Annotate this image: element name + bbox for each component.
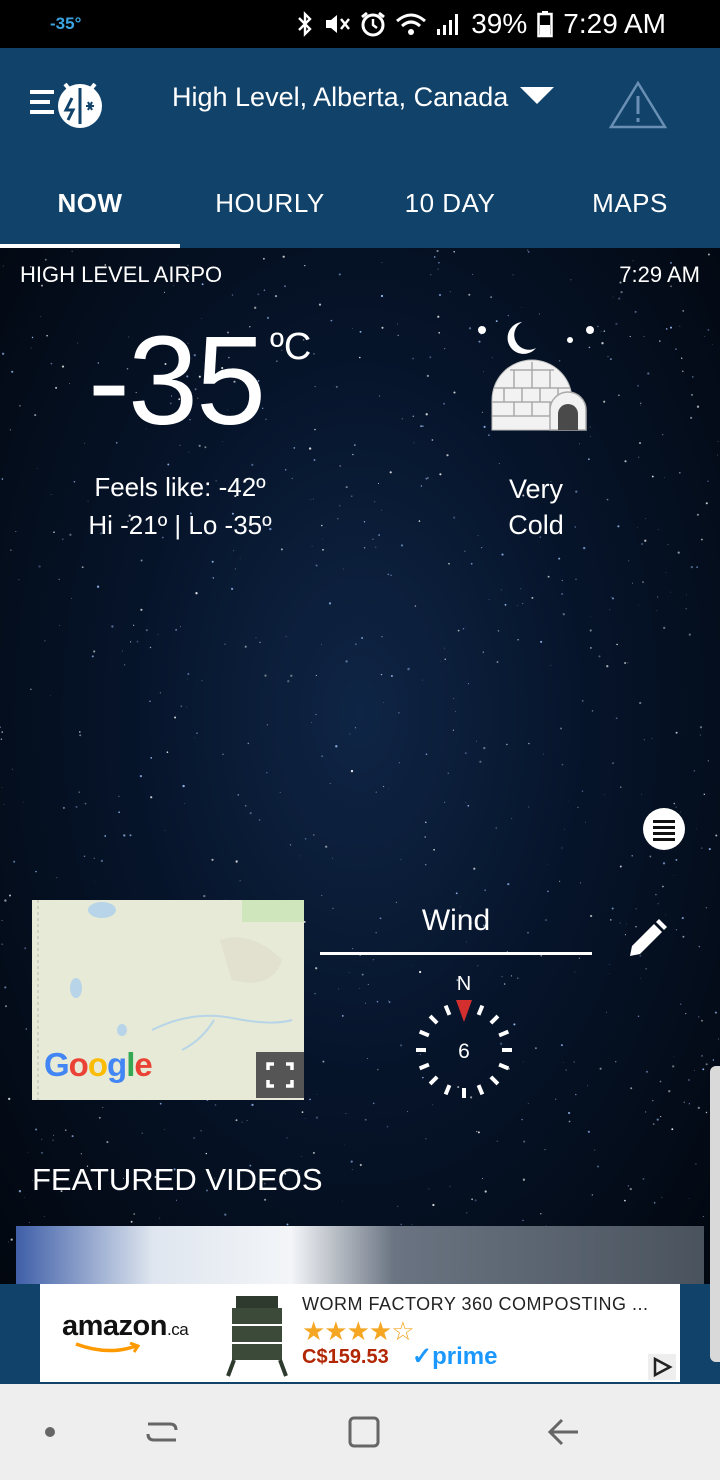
prime-badge: ✓prime	[412, 1343, 498, 1370]
google-logo: Google	[44, 1046, 153, 1083]
feels-like: Feels like: -42º	[94, 472, 266, 502]
tab-10-day-label: 10 DAY	[404, 187, 496, 218]
amazon-smile-icon	[75, 1342, 141, 1353]
temperature-unit: ºC	[270, 326, 312, 368]
wind-title: Wind	[421, 904, 491, 937]
compass-tick	[443, 1084, 452, 1096]
recent-apps-icon[interactable]	[142, 1412, 182, 1452]
system-nav-bar	[0, 1384, 720, 1480]
wind-underline	[320, 952, 592, 955]
status-bar: -35° 39% 7:29 AM	[0, 0, 720, 48]
app-header: High Level, Alberta, Canada NOW HOURLY 1…	[0, 48, 720, 248]
ad-price: C$159.53	[302, 1346, 389, 1368]
compass-tick	[476, 1004, 485, 1016]
condition-line-2: Cold	[508, 510, 564, 540]
battery-icon	[537, 11, 554, 38]
alarm-icon	[361, 11, 386, 37]
station-name: HIGH LEVEL AIRPO	[20, 262, 223, 287]
warning-triangle-icon[interactable]	[608, 80, 668, 130]
compass-tick	[489, 1014, 500, 1025]
location-selector[interactable]: High Level, Alberta, Canada	[172, 82, 555, 113]
mute-icon	[326, 15, 351, 33]
wifi-icon	[396, 13, 427, 35]
fullscreen-icon[interactable]	[256, 1052, 304, 1098]
list-menu-icon[interactable]	[643, 808, 685, 850]
edge-panel-handle[interactable]	[710, 1066, 720, 1362]
battery-percent: 39%	[471, 8, 528, 39]
bluetooth-icon	[298, 11, 312, 37]
tab-now-label: NOW	[57, 187, 123, 218]
current-conditions-panel: HIGH LEVEL AIRPO 7:29 AM -35 ºC Feels li…	[0, 248, 720, 1284]
compass-tick	[498, 1029, 510, 1038]
home-icon[interactable]	[344, 1412, 384, 1452]
observation-time: 7:29 AM	[619, 262, 700, 287]
dropdown-caret-icon	[520, 87, 555, 104]
ad-product-title: WORM FACTORY 360 COMPOSTING ...	[302, 1294, 649, 1314]
signal-icon	[437, 14, 459, 35]
ad-rating-stars: ★★★★☆	[302, 1316, 415, 1346]
compass-tick	[428, 1075, 439, 1086]
nav-dot-icon[interactable]	[30, 1412, 70, 1452]
wind-speed: 6	[458, 1040, 470, 1063]
tab-maps[interactable]: MAPS	[540, 158, 720, 248]
status-right: 39% 7:29 AM	[295, 8, 666, 40]
compass-tick	[489, 1075, 500, 1086]
compass-north-label: N	[457, 973, 471, 995]
location-label: High Level, Alberta, Canada	[172, 82, 509, 112]
tab-now[interactable]: NOW	[0, 158, 180, 248]
wind-compass-icon: N 6	[416, 973, 512, 1098]
current-temperature: -35	[88, 310, 266, 451]
compass-tick	[498, 1062, 510, 1071]
tab-10-day[interactable]: 10 DAY	[360, 158, 540, 248]
status-temperature: -35°	[50, 14, 82, 33]
amazon-logo: amazon.ca	[62, 1310, 189, 1342]
back-icon[interactable]	[544, 1412, 584, 1452]
adchoices-icon[interactable]	[648, 1354, 676, 1380]
menu-logo-icon[interactable]	[28, 76, 108, 136]
hi-lo: Hi -21º | Lo -35º	[88, 510, 272, 540]
ad-banner[interactable]: amazon.ca WORM FACTORY 360 COMPOSTING ..…	[40, 1284, 680, 1382]
tab-hourly[interactable]: HOURLY	[180, 158, 360, 248]
featured-video-thumbnail[interactable]	[16, 1226, 704, 1284]
status-time: 7:29 AM	[563, 8, 666, 39]
product-image	[226, 1296, 288, 1377]
compass-tick	[476, 1084, 485, 1096]
tab-bar: NOW HOURLY 10 DAY MAPS	[0, 158, 720, 248]
compass-tick	[443, 1004, 452, 1016]
edit-pencil-icon[interactable]	[624, 916, 670, 962]
featured-videos-heading: FEATURED VIDEOS	[32, 1162, 323, 1197]
compass-tick	[418, 1029, 430, 1038]
condition-line-1: Very	[508, 474, 564, 504]
compass-tick	[418, 1062, 430, 1071]
radar-map-thumbnail[interactable]: Google	[32, 900, 304, 1100]
igloo-night-icon	[478, 322, 594, 431]
status-icons	[295, 10, 461, 38]
tab-maps-label: MAPS	[592, 187, 668, 218]
tab-hourly-label: HOURLY	[215, 187, 325, 218]
compass-tick	[428, 1014, 439, 1025]
